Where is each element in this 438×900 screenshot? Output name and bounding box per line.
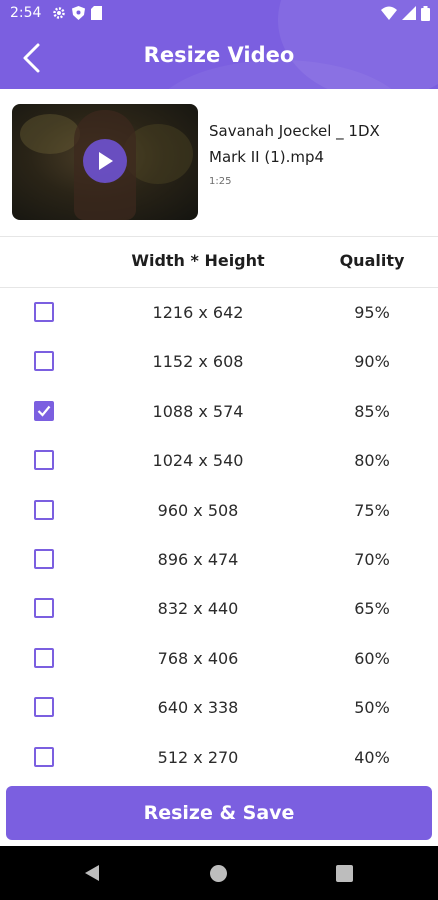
table-row[interactable]: 1088 x 574 85% bbox=[0, 387, 438, 436]
table-row[interactable]: 640 x 338 50% bbox=[0, 683, 438, 732]
quality-value: 60% bbox=[354, 648, 390, 668]
table-row[interactable]: 1216 x 642 95% bbox=[0, 288, 438, 337]
nav-back-icon[interactable] bbox=[83, 864, 101, 882]
table-row[interactable]: 768 x 406 60% bbox=[0, 634, 438, 683]
app-header: 2:54 Resize Video bbox=[0, 0, 438, 89]
checkbox[interactable] bbox=[34, 351, 54, 372]
play-button[interactable] bbox=[83, 139, 127, 183]
status-notification-icons bbox=[52, 6, 102, 20]
column-header-size: Width * Height bbox=[131, 251, 265, 270]
table-row[interactable]: 1024 x 540 80% bbox=[0, 436, 438, 485]
resolution-value: 1152 x 608 bbox=[152, 352, 244, 372]
video-duration: 1:25 bbox=[209, 176, 232, 187]
divider bbox=[0, 236, 438, 237]
page-title: Resize Video bbox=[143, 43, 295, 67]
checkbox[interactable] bbox=[34, 746, 54, 767]
signal-icon bbox=[402, 6, 416, 20]
checkbox[interactable] bbox=[34, 549, 54, 569]
table-row[interactable]: 896 x 474 70% bbox=[0, 535, 438, 584]
resolution-value: 1088 x 574 bbox=[152, 401, 244, 421]
status-system-icons bbox=[381, 6, 430, 21]
quality-value: 85% bbox=[354, 401, 390, 421]
status-bar: 2:54 bbox=[0, 0, 438, 28]
checkbox[interactable] bbox=[34, 450, 54, 471]
quality-value: 65% bbox=[354, 599, 390, 619]
video-info-card: Savanah Joeckel _ 1DX Mark II (1).mp4 1:… bbox=[12, 104, 432, 222]
quality-value: 90% bbox=[354, 352, 390, 372]
table-row[interactable]: 960 x 508 75% bbox=[0, 486, 438, 535]
checkbox-checked[interactable] bbox=[34, 400, 54, 421]
resolution-value: 1216 x 642 bbox=[152, 303, 244, 322]
column-header-quality: Quality bbox=[339, 251, 405, 270]
play-icon bbox=[99, 152, 113, 170]
nav-home-icon[interactable] bbox=[210, 865, 227, 882]
resolution-value: 768 x 406 bbox=[157, 648, 239, 668]
battery-icon bbox=[421, 6, 430, 21]
status-time: 2:54 bbox=[10, 5, 42, 21]
resolution-value: 1024 x 540 bbox=[152, 451, 244, 471]
check-icon bbox=[37, 405, 51, 417]
quality-value: 70% bbox=[354, 550, 390, 569]
quality-value: 80% bbox=[354, 451, 390, 471]
table-row[interactable]: 512 x 270 40% bbox=[0, 733, 438, 782]
video-file-name: Savanah Joeckel _ 1DX Mark II (1).mp4 bbox=[209, 122, 380, 166]
sim-card-icon bbox=[91, 6, 102, 20]
checkbox[interactable] bbox=[34, 598, 54, 619]
checkbox[interactable] bbox=[34, 697, 54, 718]
quality-value: 95% bbox=[354, 303, 390, 322]
resolution-value: 832 x 440 bbox=[157, 599, 239, 619]
table-row[interactable]: 832 x 440 65% bbox=[0, 584, 438, 633]
resolution-value: 896 x 474 bbox=[157, 550, 239, 569]
navigation-bar bbox=[0, 846, 438, 900]
video-thumbnail[interactable] bbox=[12, 104, 198, 220]
quality-value: 40% bbox=[354, 747, 390, 767]
resolution-value: 640 x 338 bbox=[157, 698, 239, 718]
gear-icon bbox=[53, 7, 65, 19]
wifi-icon bbox=[381, 6, 397, 20]
resize-save-button[interactable]: Resize & Save bbox=[6, 786, 432, 840]
checkbox[interactable] bbox=[34, 302, 54, 322]
table-row[interactable]: 1152 x 608 90% bbox=[0, 337, 438, 386]
quality-value: 50% bbox=[354, 698, 390, 718]
thumbnail-foliage bbox=[20, 114, 80, 154]
resolution-value: 512 x 270 bbox=[157, 747, 239, 767]
checkbox[interactable] bbox=[34, 647, 54, 668]
quality-value: 75% bbox=[354, 500, 390, 520]
checkbox[interactable] bbox=[34, 499, 54, 520]
nav-recents-icon[interactable] bbox=[336, 865, 353, 882]
resolution-value: 960 x 508 bbox=[157, 500, 239, 520]
shield-icon bbox=[72, 6, 85, 20]
